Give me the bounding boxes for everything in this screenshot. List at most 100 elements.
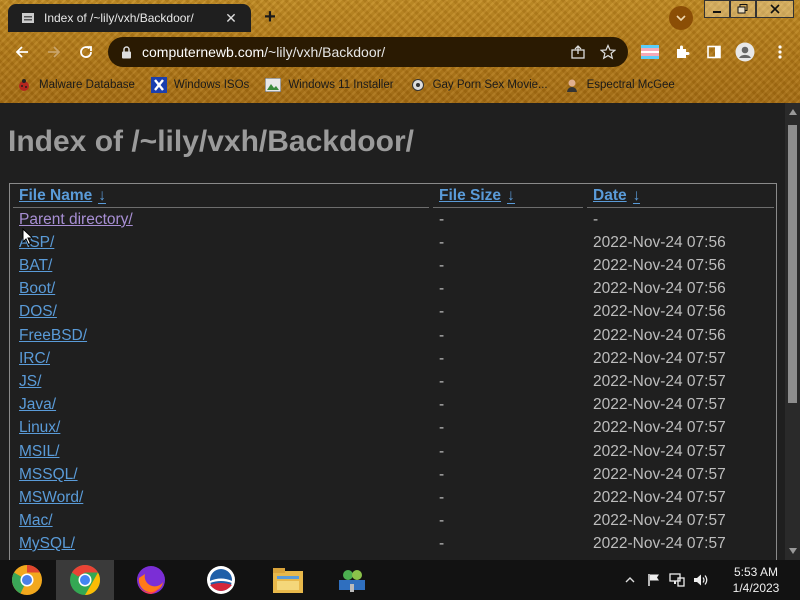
- table-row: MySQL/ - 2022-Nov-24 07:57: [10, 533, 776, 556]
- directory-link[interactable]: Mac/: [19, 512, 53, 529]
- scrollbar-thumb[interactable]: [788, 125, 797, 403]
- taskbar-chrome-canary[interactable]: [0, 560, 54, 600]
- directory-link[interactable]: Boot/: [19, 280, 55, 297]
- sort-arrow-icon: ↓: [507, 187, 515, 204]
- extensions-puzzle-icon[interactable]: [672, 42, 692, 62]
- new-tab-button[interactable]: +: [260, 7, 280, 28]
- directory-link[interactable]: MySQL/: [19, 535, 75, 552]
- table-row: MSWord/ - 2022-Nov-24 07:57: [10, 487, 776, 510]
- directory-favicon-icon: [20, 10, 36, 26]
- sort-by-size-link[interactable]: File Size: [439, 187, 501, 204]
- bookmark-star-icon[interactable]: [598, 42, 618, 62]
- sort-arrow-icon: ↓: [98, 187, 106, 204]
- scroll-up-icon[interactable]: [788, 107, 797, 117]
- more-menu-icon[interactable]: [770, 42, 790, 62]
- profile-avatar-icon[interactable]: [735, 42, 755, 62]
- file-size-cell: -: [439, 257, 445, 274]
- reload-button[interactable]: [76, 42, 96, 62]
- taskbar-file-explorer[interactable]: [259, 560, 317, 600]
- scroll-down-icon[interactable]: [788, 546, 797, 556]
- chrome-canary-icon: [12, 565, 42, 595]
- gear-bookmark-icon: [410, 77, 426, 93]
- file-size-cell: -: [439, 280, 445, 297]
- forward-button[interactable]: [44, 42, 64, 62]
- close-window-button[interactable]: [756, 0, 794, 18]
- taskbar-chrome[interactable]: [56, 560, 114, 600]
- header-file-size[interactable]: File Size ↓: [439, 187, 515, 205]
- date-cell: 2022-Nov-24 07:57: [593, 443, 726, 460]
- arrow-left-icon: [15, 46, 28, 58]
- date-cell: 2022-Nov-24 07:57: [593, 466, 726, 483]
- directory-listing-table: File Name ↓ File Size ↓ Date ↓ Parent direc…: [9, 183, 777, 560]
- table-row: MSSQL/ - 2022-Nov-24 07:57: [10, 464, 776, 487]
- sort-by-name-link[interactable]: File Name: [19, 187, 92, 204]
- share-icon[interactable]: [568, 42, 588, 62]
- directory-link[interactable]: FreeBSD/: [19, 327, 87, 344]
- table-row: ASP/ - 2022-Nov-24 07:56: [10, 232, 776, 255]
- directory-link[interactable]: DOS/: [19, 303, 57, 320]
- tab-close-icon[interactable]: ✕: [223, 10, 239, 26]
- directory-link[interactable]: Linux/: [19, 419, 60, 436]
- obama-logo-icon: [207, 566, 235, 594]
- bookmark-label: Espectral McGee: [586, 79, 675, 91]
- taskbar-network-app[interactable]: [323, 560, 381, 600]
- bookmark-label: Malware Database: [39, 79, 135, 91]
- bookmark-malware-database[interactable]: Malware Database: [16, 77, 135, 93]
- date-cell: 2022-Nov-24 07:56: [593, 327, 726, 344]
- date-cell: 2022-Nov-24 07:56: [593, 303, 726, 320]
- address-bar[interactable]: computernewb.com/~lily/vxh/Backdoor/: [108, 37, 628, 67]
- back-button[interactable]: [12, 42, 32, 62]
- url-path: /~lily/vxh/Backdoor/: [264, 44, 386, 60]
- tray-overflow-chevron-icon[interactable]: [622, 572, 638, 588]
- restore-button[interactable]: [730, 0, 756, 18]
- minimize-icon: [713, 11, 721, 13]
- active-tab[interactable]: Index of /~lily/vxh/Backdoor/ ✕: [8, 4, 251, 32]
- network-people-icon: [339, 570, 365, 592]
- bookmark-espectral-mcgee[interactable]: Espectral McGee: [564, 77, 675, 93]
- minimize-button[interactable]: [704, 0, 730, 18]
- taskbar-firefox[interactable]: [122, 560, 180, 600]
- directory-link[interactable]: MSIL/: [19, 443, 59, 460]
- file-size-cell: -: [439, 419, 445, 436]
- date-cell: 2022-Nov-24 07:57: [593, 419, 726, 436]
- taskbar-clock[interactable]: 5:53 AM 1/4/2023: [724, 564, 788, 596]
- file-size-cell: -: [439, 489, 445, 506]
- bookmark-label: Windows ISOs: [173, 79, 250, 91]
- volume-icon[interactable]: [693, 572, 709, 588]
- header-divider: [433, 207, 583, 208]
- x-logo-icon: [150, 77, 167, 93]
- trans-flag-extension-icon[interactable]: [640, 42, 660, 62]
- chevron-down-icon: [676, 15, 686, 22]
- header-date[interactable]: Date ↓: [593, 187, 641, 205]
- table-row: Java/ - 2022-Nov-24 07:57: [10, 394, 776, 417]
- close-icon: [770, 4, 780, 14]
- arrow-right-icon: [48, 46, 61, 58]
- directory-link[interactable]: Java/: [19, 396, 56, 413]
- directory-link[interactable]: MSWord/: [19, 489, 83, 506]
- table-row: Mac/ - 2022-Nov-24 07:57: [10, 510, 776, 533]
- action-center-flag-icon[interactable]: [646, 572, 662, 588]
- table-row: Linux/ - 2022-Nov-24 07:57: [10, 417, 776, 440]
- bookmark-label: Gay Porn Sex Movie...: [432, 79, 548, 91]
- page-title: Index of /~lily/vxh/Backdoor/: [8, 125, 414, 158]
- bookmark-windows-isos[interactable]: Windows ISOs: [150, 77, 250, 93]
- directory-link[interactable]: MSSQL/: [19, 466, 78, 483]
- parent-directory-link[interactable]: Parent directory/: [19, 211, 133, 228]
- header-file-name[interactable]: File Name ↓: [19, 187, 106, 205]
- url-text[interactable]: computernewb.com/~lily/vxh/Backdoor/: [142, 44, 568, 60]
- network-icon[interactable]: [669, 572, 685, 588]
- taskbar-obama-app[interactable]: [192, 560, 250, 600]
- directory-link[interactable]: JS/: [19, 373, 41, 390]
- date-cell: 2022-Nov-24 07:56: [593, 234, 726, 251]
- bookmark-movie[interactable]: Gay Porn Sex Movie...: [410, 77, 548, 93]
- directory-link[interactable]: BAT/: [19, 257, 52, 274]
- header-divider: [13, 207, 429, 208]
- side-panel-icon[interactable]: [704, 42, 724, 62]
- directory-link[interactable]: IRC/: [19, 350, 50, 367]
- tab-search-button[interactable]: [669, 6, 693, 30]
- table-row: FreeBSD/ - 2022-Nov-24 07:56: [10, 325, 776, 348]
- vertical-scrollbar[interactable]: [785, 103, 800, 560]
- bookmark-windows-11-installer[interactable]: Windows 11 Installer: [265, 77, 394, 93]
- sort-by-date-link[interactable]: Date: [593, 187, 627, 204]
- date-cell: 2022-Nov-24 07:57: [593, 350, 726, 367]
